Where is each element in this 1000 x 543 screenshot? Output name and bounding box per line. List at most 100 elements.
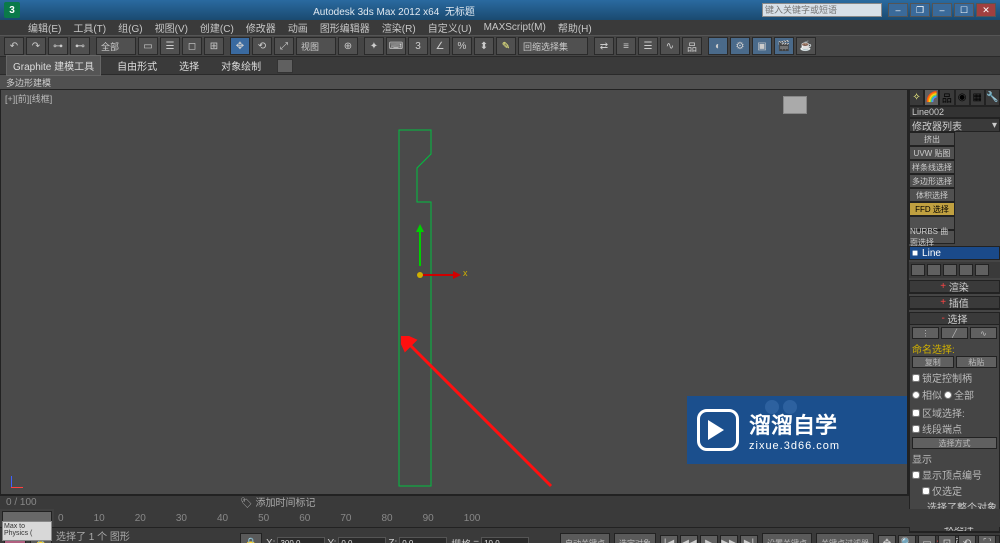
restore-button[interactable]: ❐	[910, 3, 930, 17]
time-ruler[interactable]: 0102030405060708090100	[54, 509, 1000, 527]
spline-object[interactable]	[399, 130, 439, 493]
cp-tab-display[interactable]: ▦	[970, 89, 985, 106]
modifier-list-dropdown[interactable]: 修改器列表▾	[909, 118, 1000, 132]
add-time-tag-button[interactable]: 🏷 添加时间标记	[240, 494, 315, 509]
show-numbers-checkbox[interactable]: 显示顶点编号	[912, 467, 997, 482]
nav-pan-button[interactable]: ✥	[878, 535, 896, 543]
subobj-spline-button[interactable]: ∿	[970, 327, 997, 339]
prev-frame-button[interactable]: ◀◀	[680, 535, 698, 543]
ribbon-tab-paint[interactable]: 对象绘制	[215, 56, 267, 75]
area-sel-checkbox[interactable]: 区域选择:	[912, 405, 997, 420]
keyboard-shortcut-button[interactable]: ⌨	[386, 37, 406, 55]
cp-tab-motion[interactable]: ◉	[955, 89, 970, 106]
scale-button[interactable]: ⤢	[274, 37, 294, 55]
subobj-segment-button[interactable]: ╱	[941, 327, 968, 339]
time-slider-bar[interactable]: 0 / 100	[0, 495, 1000, 509]
select-name-button[interactable]: ☰	[160, 37, 180, 55]
subobj-vertex-button[interactable]: ⋮	[912, 327, 939, 339]
goto-end-button[interactable]: ▶|	[740, 535, 758, 543]
align-button[interactable]: ≡	[616, 37, 636, 55]
ribbon-tab-modeling[interactable]: Graphite 建模工具	[6, 55, 101, 76]
menu-render[interactable]: 渲染(R)	[382, 20, 416, 35]
named-selection-dropdown[interactable]: 回缩选择集	[518, 37, 588, 55]
move-button[interactable]: ✥	[230, 37, 250, 55]
maximize-button[interactable]: ☐	[954, 3, 974, 17]
snap-toggle-button[interactable]: 3	[408, 37, 428, 55]
all-radio[interactable]: 全部	[944, 387, 974, 402]
viewcube-icon[interactable]	[783, 96, 807, 114]
curve-editor-button[interactable]: ∿	[660, 37, 680, 55]
percent-snap-button[interactable]: %	[452, 37, 472, 55]
viewport-label[interactable]: [+][前][线框]	[5, 92, 52, 105]
selected-filter-dropdown[interactable]: 选定对象	[614, 533, 656, 543]
nav-orbit-button[interactable]: ⟲	[958, 535, 976, 543]
nav-zoom-ext-button[interactable]: ⊡	[938, 535, 956, 543]
menu-group[interactable]: 组(G)	[118, 20, 142, 35]
menu-help[interactable]: 帮助(H)	[558, 20, 592, 35]
stack-pin-icon[interactable]	[911, 264, 925, 276]
viewport[interactable]: [+][前][线框] x 溜	[0, 89, 908, 495]
rotate-button[interactable]: ⟲	[252, 37, 272, 55]
cp-tab-hierarchy[interactable]: 品	[939, 89, 954, 106]
auto-key-button[interactable]: 自动关键点	[560, 533, 610, 543]
close-button[interactable]: ✕	[976, 3, 996, 17]
mod-btn-spline-sel[interactable]: 样条线选择	[909, 160, 955, 174]
window-crossing-button[interactable]: ⊞	[204, 37, 224, 55]
link-button[interactable]: ⊶	[48, 37, 68, 55]
stack-remove-icon[interactable]	[959, 264, 973, 276]
minimize-button[interactable]: –	[888, 3, 908, 17]
coord-z-input[interactable]	[399, 537, 447, 543]
layers-button[interactable]: ☰	[638, 37, 658, 55]
nav-fov-button[interactable]: ▭	[918, 535, 936, 543]
goto-start-button[interactable]: |◀	[660, 535, 678, 543]
nav-max-button[interactable]: ⛶	[978, 535, 996, 543]
menu-create[interactable]: 创建(C)	[200, 20, 234, 35]
stack-item-line[interactable]: ■Line	[910, 247, 999, 259]
render-setup-button[interactable]: ⚙	[730, 37, 750, 55]
rendered-frame-button[interactable]: ▣	[752, 37, 772, 55]
key-filter-button[interactable]: 关键点过滤器	[816, 533, 874, 543]
menu-animation[interactable]: 动画	[288, 20, 308, 35]
coord-y-input[interactable]	[338, 537, 386, 543]
ribbon-collapse-icon[interactable]	[277, 59, 293, 73]
play-button[interactable]: ▶	[700, 535, 718, 543]
ref-coord-dropdown[interactable]: 视图	[296, 37, 336, 55]
similar-radio[interactable]: 相似	[912, 387, 942, 402]
stack-unique-icon[interactable]	[943, 264, 957, 276]
select-method-button[interactable]: 选择方式	[912, 437, 997, 449]
menu-view[interactable]: 视图(V)	[155, 20, 188, 35]
ribbon-tab-selection[interactable]: 选择	[173, 56, 205, 75]
mod-btn-poly-sel[interactable]: 多边形选择	[909, 174, 955, 188]
mod-btn-extrude[interactable]: 挤出	[909, 132, 955, 146]
menu-modifiers[interactable]: 修改器	[246, 20, 276, 35]
cp-tab-utilities[interactable]: 🔧	[985, 89, 1000, 106]
app-logo-icon[interactable]: 3	[4, 2, 20, 18]
menu-graph[interactable]: 图形编辑器	[320, 20, 370, 35]
minimize2-button[interactable]: –	[932, 3, 952, 17]
menu-custom[interactable]: 自定义(U)	[428, 20, 472, 35]
lock-selection-button[interactable]: 🔒	[240, 533, 262, 543]
only-selected-checkbox[interactable]: 仅选定	[922, 483, 997, 498]
stack-config-icon[interactable]	[975, 264, 989, 276]
lock-handles-checkbox[interactable]: 锁定控制柄	[912, 370, 997, 385]
nav-zoom-button[interactable]: 🔍	[898, 535, 916, 543]
undo-button[interactable]: ↶	[4, 37, 24, 55]
cp-tab-modify[interactable]: 🌈	[924, 89, 939, 106]
select-button[interactable]: ▭	[138, 37, 158, 55]
cp-tab-create[interactable]: ✧	[909, 89, 924, 106]
ribbon-tab-freeform[interactable]: 自由形式	[111, 56, 163, 75]
segment-end-checkbox[interactable]: 线段端点	[912, 421, 997, 436]
rect-select-button[interactable]: ◻	[182, 37, 202, 55]
render-prod-button[interactable]: ☕	[796, 37, 816, 55]
angle-snap-button[interactable]: ∠	[430, 37, 450, 55]
rollout-interpolation-header[interactable]: + 插值	[910, 297, 999, 309]
paste-sel-button[interactable]: 粘贴	[956, 356, 998, 368]
set-key-button[interactable]: 设置关键点	[762, 533, 812, 543]
rollout-rendering-header[interactable]: + 渲染	[910, 281, 999, 293]
next-frame-button[interactable]: ▶▶	[720, 535, 738, 543]
redo-button[interactable]: ↷	[26, 37, 46, 55]
manipulate-button[interactable]: ✦	[364, 37, 384, 55]
coord-x-input[interactable]	[277, 537, 325, 543]
schematic-button[interactable]: 品	[682, 37, 702, 55]
maxscript-listener-panel[interactable]: Max to Physics (	[2, 521, 52, 541]
